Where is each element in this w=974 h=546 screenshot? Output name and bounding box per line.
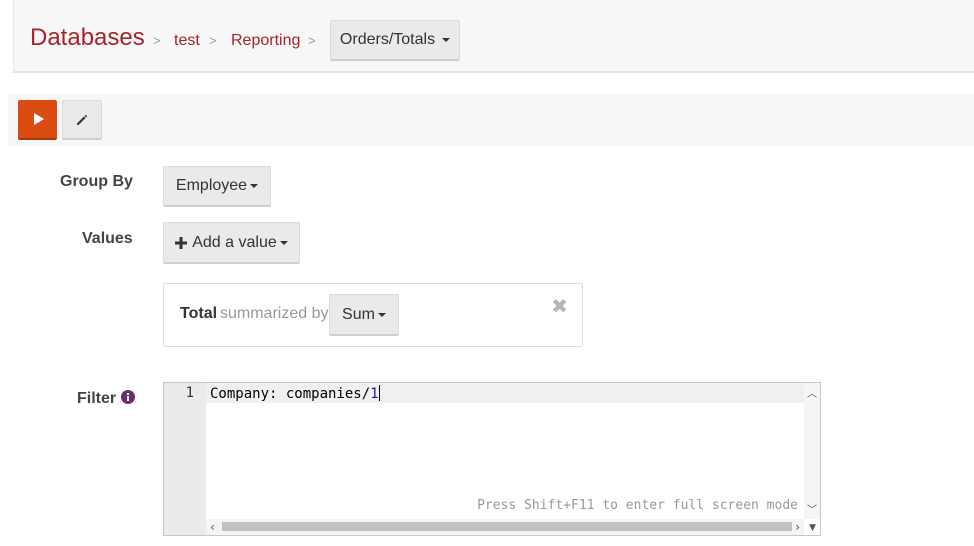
values-label: Values: [82, 230, 133, 247]
code-number: 1: [370, 386, 379, 402]
text-cursor: [378, 385, 380, 401]
code-text: Company: companies/: [210, 386, 371, 402]
add-value-dropdown[interactable]: Add a value: [163, 222, 300, 264]
breadcrumb-test-link[interactable]: test: [174, 32, 200, 50]
caret-down-icon: [442, 38, 451, 42]
pencil-icon: [77, 114, 88, 125]
value-field-name: Total: [180, 305, 218, 322]
breadcrumb-separator: >: [209, 33, 217, 48]
value-item-card: Total summarized by Sum ✖: [163, 283, 583, 347]
add-value-label: Add a value: [192, 233, 277, 251]
caret-down-icon: [377, 312, 386, 317]
breadcrumb: Databases > test > Reporting > Orders/To…: [13, 0, 974, 73]
group-by-label: Group By: [60, 173, 133, 190]
editor-code-line[interactable]: Company: companies/1: [210, 385, 380, 402]
breadcrumb-reporting-link[interactable]: Reporting: [231, 32, 300, 50]
scroll-left-icon[interactable]: ‹: [210, 520, 215, 534]
fullscreen-hint: Press Shift+F11 to enter full screen mod…: [477, 498, 798, 513]
breadcrumb-separator: >: [308, 33, 316, 48]
plus-icon: [175, 236, 188, 249]
vertical-scrollbar[interactable]: ︿ ﹀: [804, 383, 820, 519]
editor-gutter: 1: [164, 383, 206, 535]
run-query-button[interactable]: [18, 100, 57, 140]
index-selector-dropdown[interactable]: Orders/Totals: [330, 20, 460, 61]
filter-label-text: Filter: [77, 390, 117, 407]
caret-down-icon: [250, 184, 259, 188]
aggregation-dropdown[interactable]: Sum: [329, 294, 399, 336]
index-selector-label: Orders/Totals: [339, 31, 436, 48]
filter-label: Filter: [77, 390, 135, 408]
breadcrumb-databases-link[interactable]: Databases: [30, 24, 145, 52]
close-icon[interactable]: ✖: [551, 294, 568, 319]
breadcrumb-separator: >: [153, 33, 161, 48]
horizontal-scroll-thumb[interactable]: [222, 522, 792, 531]
group-by-value: Employee: [175, 177, 248, 194]
caret-down-icon: [279, 240, 288, 245]
play-icon: [34, 113, 44, 125]
scroll-down-icon[interactable]: ﹀: [807, 501, 817, 516]
info-icon[interactable]: [120, 390, 135, 404]
group-by-dropdown[interactable]: Employee: [163, 166, 271, 207]
scroll-up-icon[interactable]: ︿: [807, 385, 817, 400]
toolbar: [8, 94, 974, 146]
edit-index-button[interactable]: [62, 100, 102, 140]
aggregation-value: Sum: [342, 305, 375, 323]
line-number: 1: [185, 385, 194, 401]
scroll-right-icon[interactable]: ›: [795, 520, 800, 534]
filter-code-editor[interactable]: 1 Company: companies/1 Press Shift+F11 t…: [163, 382, 821, 536]
summarized-by-text: summarized by: [220, 305, 329, 322]
corner-down-icon: ▼: [809, 523, 816, 533]
